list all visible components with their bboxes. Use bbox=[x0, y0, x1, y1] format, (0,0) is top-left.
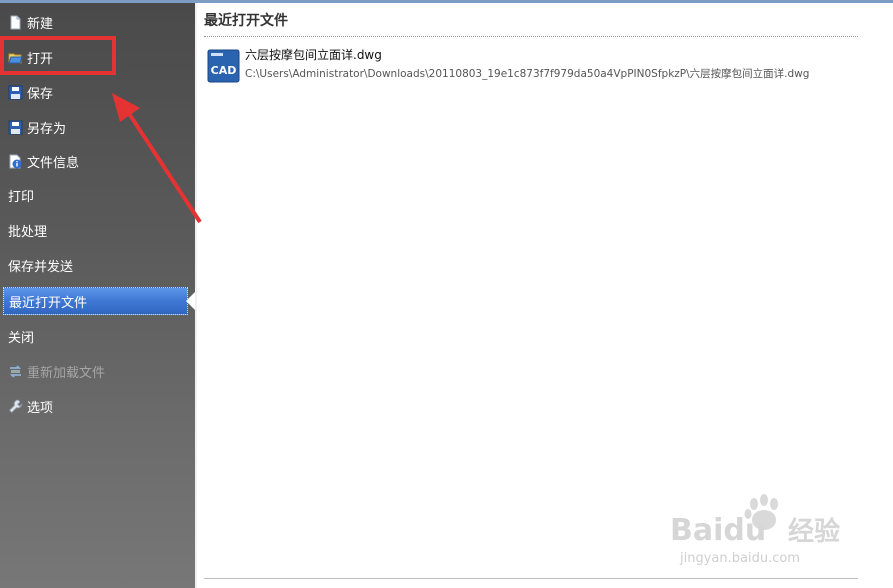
watermark-suffix: 经验 bbox=[788, 516, 840, 547]
watermark-url: jingyan.baidu.com bbox=[679, 551, 800, 566]
watermark-brand: Baidu bbox=[670, 513, 766, 548]
baidu-watermark: Baidu 经验 jingyan.baidu.com bbox=[660, 490, 890, 570]
